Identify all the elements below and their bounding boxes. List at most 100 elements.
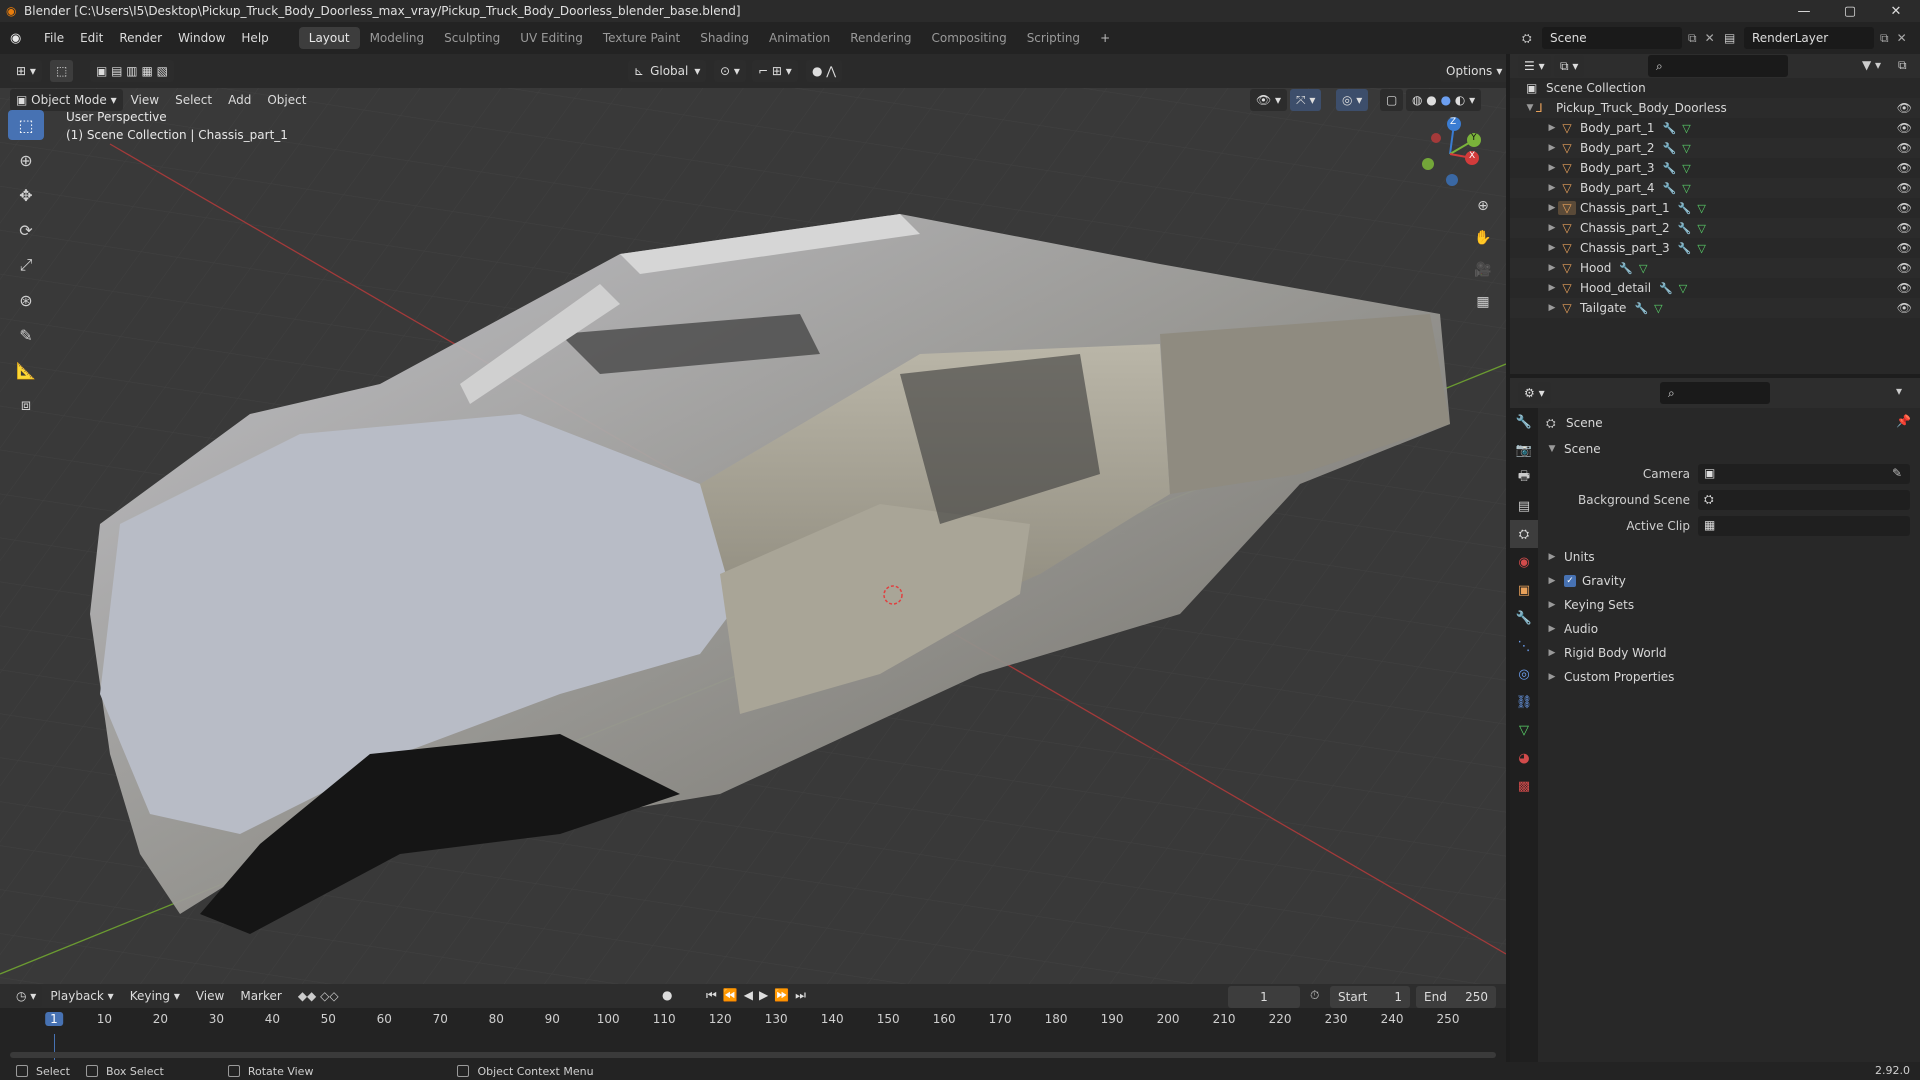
visibility-eye-icon[interactable]: 👁 (1897, 121, 1912, 135)
modifier-icon[interactable]: 🔧 (1619, 262, 1633, 275)
texture-tab-icon[interactable]: ▩ (1510, 772, 1538, 800)
mesh-data-icon[interactable]: ▽ (1682, 142, 1690, 155)
pivot-point-icon[interactable]: ⊙ ▾ (714, 60, 746, 82)
pan-hand-icon[interactable]: ✋ (1470, 226, 1496, 250)
section-header[interactable]: ▶ Rigid Body World (1546, 642, 1667, 664)
record-icon[interactable]: ● (662, 988, 672, 1002)
mesh-data-icon[interactable]: ▽ (1679, 282, 1687, 295)
close-button[interactable]: ✕ (1874, 0, 1918, 22)
expand-triangle-icon[interactable]: ▶ (1546, 600, 1558, 610)
end-frame-field[interactable]: End 250 (1416, 986, 1496, 1008)
editor-type-icon[interactable]: ⊞ ▾ (10, 60, 42, 82)
pin-icon[interactable]: 📌 (1896, 414, 1911, 428)
navigation-gizmo[interactable]: Z Y X (1410, 114, 1490, 194)
outliner-object-row[interactable]: ▶ ▽ Tailgate 🔧 ▽ 👁 (1510, 298, 1920, 318)
expand-triangle-icon[interactable]: ▶ (1546, 576, 1558, 586)
start-frame-field[interactable]: Start 1 (1330, 986, 1410, 1008)
outliner-object-row[interactable]: ▶ ▽ Hood_detail 🔧 ▽ 👁 (1510, 278, 1920, 298)
outliner-object-row[interactable]: ▶ ▽ Body_part_2 🔧 ▽ 👁 (1510, 138, 1920, 158)
transform-tool-icon[interactable]: ⊛ (8, 285, 44, 315)
modifier-icon[interactable]: 🔧 (1678, 222, 1692, 235)
mesh-data-icon[interactable]: ▽ (1682, 182, 1690, 195)
section-header[interactable]: ▶ Audio (1546, 618, 1599, 640)
viewport-canvas[interactable] (0, 54, 1506, 984)
new-collection-icon[interactable]: ⧉ (1898, 58, 1907, 73)
expand-triangle-icon[interactable]: ▶ (1546, 143, 1558, 153)
visibility-eye-icon[interactable]: 👁 (1897, 221, 1912, 235)
menu-edit[interactable]: Edit (72, 27, 111, 49)
expand-triangle-icon[interactable]: ▶ (1546, 648, 1558, 658)
camera-view-icon[interactable]: 🎥 (1470, 258, 1496, 282)
physics-tab-icon[interactable]: ◎ (1510, 660, 1538, 688)
annotate-tool-icon[interactable]: ✎ (8, 320, 44, 350)
scale-tool-icon[interactable]: ⤢ (8, 250, 44, 280)
copy-icon[interactable]: ⧉ (1688, 31, 1697, 46)
mesh-data-icon[interactable]: ▽ (1682, 122, 1690, 135)
measure-tool-icon[interactable]: 📐 (8, 355, 44, 385)
collection-row[interactable]: ▼ ⅃ Pickup_Truck_Body_Doorless 👁 (1510, 98, 1920, 118)
properties-search-input[interactable]: ⌕ (1660, 382, 1770, 404)
keyframe-icons[interactable]: ◆◆ ◇◇ (298, 989, 339, 1003)
collapse-triangle-icon[interactable]: ▼ (1524, 103, 1536, 113)
outliner-object-row[interactable]: ▶ ▽ Chassis_part_2 🔧 ▽ 👁 (1510, 218, 1920, 238)
preview-range-icon[interactable]: ⏱ (1310, 988, 1319, 1003)
render-tab-icon[interactable]: 📷 (1510, 436, 1538, 464)
expand-triangle-icon[interactable]: ▶ (1546, 243, 1558, 253)
expand-triangle-icon[interactable]: ▶ (1546, 123, 1558, 133)
visibility-eye-icon[interactable]: 👁 (1897, 141, 1912, 155)
minimize-button[interactable]: — (1782, 0, 1826, 22)
expand-triangle-icon[interactable]: ▶ (1546, 163, 1558, 173)
current-frame-field[interactable]: 1 (1228, 986, 1300, 1008)
modifier-icon[interactable]: 🔧 (1678, 242, 1692, 255)
section-header[interactable]: ▶ Custom Properties (1546, 666, 1675, 688)
selection-mode-icons[interactable]: ▣ ▤ ▥ ▦ ▧ (90, 60, 174, 82)
renderlayer-selector[interactable]: ▤ RenderLayer ⧉ ✕ (1724, 27, 1907, 49)
viewport-menu-view[interactable]: View (123, 89, 167, 111)
filter-icon[interactable]: ▼ ▾ (1862, 58, 1881, 72)
outliner-object-row[interactable]: ▶ ▽ Chassis_part_3 🔧 ▽ 👁 (1510, 238, 1920, 258)
mesh-data-icon[interactable]: ▽ (1697, 202, 1705, 215)
section-header[interactable]: ▶ Units (1546, 546, 1595, 568)
section-header[interactable]: ▶ ✓ Gravity (1546, 570, 1626, 592)
properties-editor-icon[interactable]: ⚙ ▾ (1518, 382, 1551, 404)
remove-scene-icon[interactable]: ✕ (1705, 31, 1715, 45)
timeline-editor-icon[interactable]: ◷ ▾ (10, 985, 43, 1007)
viewport-menu-object[interactable]: Object (259, 89, 314, 111)
3d-viewport[interactable]: ⊞ ▾ ⬚ ▣ ▤ ▥ ▦ ▧ ⊾ Global ▾ ⊙ ▾ ⌐ ⊞ ▾ ● ⋀… (0, 54, 1506, 984)
remove-layer-icon[interactable]: ✕ (1897, 31, 1907, 45)
object-tab-icon[interactable]: ▣ (1510, 576, 1538, 604)
material-tab-icon[interactable]: ◕ (1510, 744, 1538, 772)
expand-triangle-icon[interactable]: ▶ (1546, 263, 1558, 273)
tool-tab-icon[interactable]: 🔧 (1510, 408, 1538, 436)
tab-shading[interactable]: Shading (690, 27, 759, 49)
eyedropper-icon[interactable]: ✎ (1892, 466, 1902, 480)
particles-tab-icon[interactable]: ⋱ (1510, 632, 1538, 660)
menu-file[interactable]: File (36, 27, 72, 49)
outliner-object-row[interactable]: ▶ ▽ Body_part_4 🔧 ▽ 👁 (1510, 178, 1920, 198)
visibility-eye-icon[interactable]: 👁 (1897, 241, 1912, 255)
scene-panel-header[interactable]: ▼ Scene (1546, 438, 1601, 460)
maximize-button[interactable]: ▢ (1828, 0, 1872, 22)
add-cube-tool-icon[interactable]: ⧈ (8, 390, 44, 420)
timeline-scrollbar[interactable] (10, 1052, 1496, 1058)
timeline-menu-playback[interactable]: Playback ▾ (42, 985, 121, 1007)
modifier-icon[interactable]: 🔧 (1659, 282, 1673, 295)
ortho-grid-icon[interactable]: ▦ (1470, 290, 1496, 314)
blender-menu-icon[interactable]: ◉ (10, 31, 32, 46)
xray-icon[interactable]: ▢ (1380, 89, 1404, 111)
tab-sculpting[interactable]: Sculpting (434, 27, 510, 49)
menu-render[interactable]: Render (111, 27, 170, 49)
options-dropdown[interactable]: Options ▾ (1440, 60, 1506, 82)
expand-triangle-icon[interactable]: ▶ (1546, 183, 1558, 193)
outliner-object-row[interactable]: ▶ ▽ Body_part_1 🔧 ▽ 👁 (1510, 118, 1920, 138)
modifier-icon[interactable]: 🔧 (1663, 162, 1677, 175)
visibility-eye-icon[interactable]: 👁 (1897, 301, 1912, 315)
outliner-search-input[interactable]: ⌕ (1648, 55, 1788, 77)
copy-icon[interactable]: ⧉ (1880, 31, 1889, 46)
expand-triangle-icon[interactable]: ▶ (1546, 203, 1558, 213)
renderlayer-name-field[interactable]: RenderLayer (1744, 27, 1874, 49)
outliner-editor-icon[interactable]: ☰ ▾ (1518, 55, 1551, 77)
visibility-eye-icon[interactable]: 👁 (1897, 101, 1912, 115)
gizmo-toggle-icon[interactable]: ⤧ ▾ (1290, 89, 1322, 111)
add-workspace-button[interactable]: + (1090, 27, 1120, 49)
